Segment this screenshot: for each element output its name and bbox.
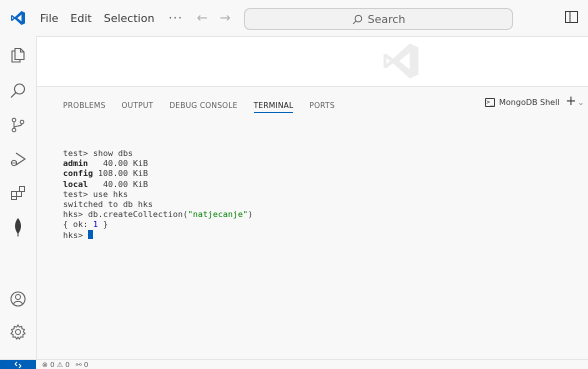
toggle-sidebar-icon[interactable]: [565, 11, 579, 24]
search-view-icon[interactable]: [0, 76, 36, 106]
terminal-line: local 40.00 KiB: [63, 179, 253, 189]
menu-edit[interactable]: Edit: [64, 12, 97, 25]
prompt: hks>: [63, 229, 88, 240]
terminal-output[interactable]: test> show dbs admin 40.00 KiB config 108.…: [63, 148, 253, 240]
terminal-line: hks> db.createCollection("natjecanje"): [63, 209, 253, 219]
explorer-icon[interactable]: [0, 40, 36, 70]
terminal-line: { ok: 1 }: [63, 219, 253, 229]
menu-selection[interactable]: Selection: [98, 12, 161, 25]
db-size: 108.00 KiB: [97, 168, 148, 179]
db-name: admin: [63, 158, 88, 169]
forward-arrow-icon[interactable]: →: [214, 11, 237, 26]
terminal-line: config 108.00 KiB: [63, 168, 253, 178]
result-suffix: }: [97, 219, 108, 230]
manage-gear-icon[interactable]: [0, 317, 36, 347]
terminal-line: test> show dbs: [63, 148, 133, 158]
search-icon: [352, 14, 362, 24]
ports-count: 0: [83, 360, 89, 369]
string-arg: "natjecanje": [187, 209, 248, 220]
status-bar: ⊗ 0 ⚠ 0 ⚯ 0: [0, 359, 588, 369]
ports-status[interactable]: ⚯ 0: [76, 361, 89, 369]
tab-debug-console[interactable]: DEBUG CONSOLE: [169, 101, 237, 113]
search-placeholder: Search: [367, 12, 406, 26]
chevron-down-icon[interactable]: ⌄: [577, 98, 584, 107]
mongodb-icon[interactable]: [0, 212, 36, 242]
terminal-line: test> use hks: [63, 188, 128, 199]
tab-terminal[interactable]: TERMINAL: [253, 101, 294, 113]
panel-tabs: PROBLEMS OUTPUT DEBUG CONSOLE TERMINAL P…: [63, 101, 351, 113]
db-name: local: [63, 178, 88, 189]
terminal-selector[interactable]: >_ MongoDB Shell + ⌄: [485, 95, 584, 108]
command-center-search[interactable]: Search: [244, 8, 513, 30]
editor-area[interactable]: [36, 36, 588, 86]
terminal-icon: >_: [485, 97, 495, 107]
warning-count: 0: [65, 360, 70, 369]
terminal-prompt-line[interactable]: hks>: [63, 229, 253, 240]
remote-indicator-button[interactable]: [0, 359, 36, 369]
result-prefix: { ok:: [63, 219, 93, 230]
more-menu-button[interactable]: ···: [160, 11, 190, 25]
tab-problems[interactable]: PROBLEMS: [63, 101, 106, 113]
source-control-icon[interactable]: [0, 110, 36, 140]
new-terminal-plus-icon[interactable]: +: [566, 95, 577, 108]
terminal-line: switched to db hks: [63, 199, 153, 210]
terminal-line: admin 40.00 KiB: [63, 158, 253, 168]
db-name: config: [63, 168, 93, 179]
db-size: 40.00 KiB: [102, 158, 148, 169]
db-size: 40.00 KiB: [102, 178, 148, 189]
vscode-watermark-icon: [383, 43, 419, 79]
account-icon[interactable]: [0, 284, 36, 314]
vscode-logo-icon: [0, 0, 36, 36]
back-arrow-icon[interactable]: ←: [191, 11, 214, 26]
tab-output[interactable]: OUTPUT: [122, 101, 154, 113]
command-suffix: ): [247, 209, 253, 220]
errors-status[interactable]: ⊗ 0 ⚠ 0: [42, 361, 70, 369]
activity-bar: [0, 36, 36, 359]
run-debug-icon[interactable]: [0, 144, 36, 174]
bottom-panel: PROBLEMS OUTPUT DEBUG CONSOLE TERMINAL P…: [36, 86, 588, 359]
terminal-name: MongoDB Shell: [499, 97, 560, 107]
title-bar: File Edit Selection ··· ← → Search: [0, 0, 588, 36]
extensions-icon[interactable]: [0, 178, 36, 208]
error-count: 0: [50, 360, 55, 369]
tab-ports[interactable]: PORTS: [309, 101, 334, 113]
terminal-cursor: [87, 229, 93, 239]
remote-icon: [14, 361, 22, 368]
command-text: hks> db.createCollection(: [63, 209, 188, 220]
menu-file[interactable]: File: [36, 12, 64, 25]
